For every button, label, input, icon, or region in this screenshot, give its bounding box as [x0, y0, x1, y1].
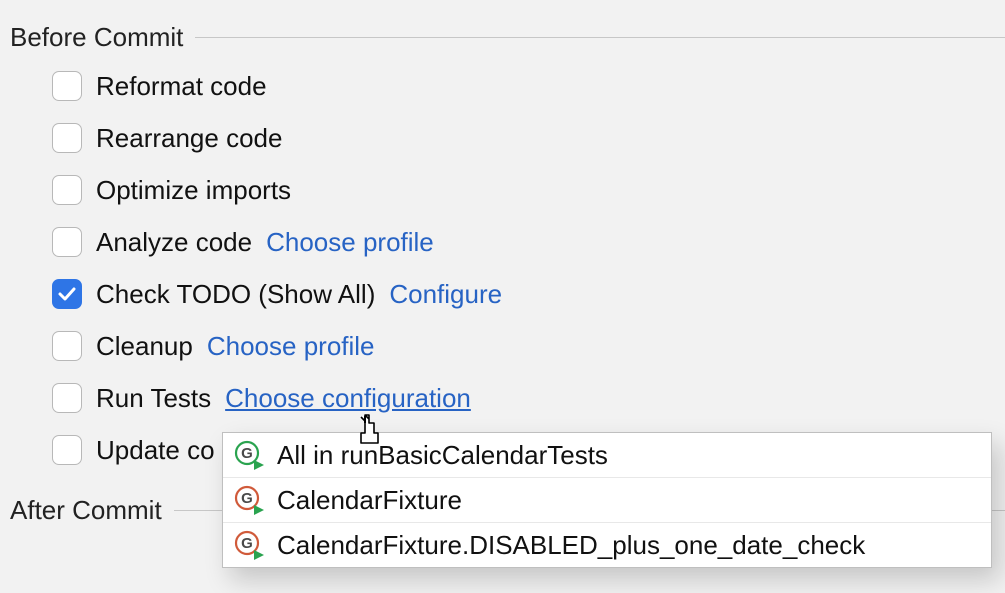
todo-configure-link[interactable]: Configure	[389, 279, 502, 310]
option-label: Analyze code	[96, 227, 252, 258]
option-optimize-imports[interactable]: Optimize imports	[52, 175, 1005, 205]
option-analyze-code[interactable]: Analyze code Choose profile	[52, 227, 1005, 257]
svg-text:G: G	[241, 490, 253, 507]
divider	[195, 37, 1005, 38]
checkbox-optimize[interactable]	[52, 175, 82, 205]
analyze-choose-profile-link[interactable]: Choose profile	[266, 227, 434, 258]
svg-text:G: G	[241, 535, 253, 552]
option-reformat-code[interactable]: Reformat code	[52, 71, 1005, 101]
checkbox-update[interactable]	[52, 435, 82, 465]
gradle-run-icon: G	[233, 529, 265, 561]
gradle-run-icon: G	[233, 439, 265, 471]
run-config-item[interactable]: G CalendarFixture.DISABLED_plus_one_date…	[223, 523, 991, 567]
option-rearrange-code[interactable]: Rearrange code	[52, 123, 1005, 153]
cleanup-choose-profile-link[interactable]: Choose profile	[207, 331, 375, 362]
option-label: Rearrange code	[96, 123, 282, 154]
gradle-run-icon: G	[233, 484, 265, 516]
option-label: Reformat code	[96, 71, 267, 102]
run-config-item[interactable]: G All in runBasicCalendarTests	[223, 433, 991, 478]
option-check-todo[interactable]: Check TODO (Show All) Configure	[52, 279, 1005, 309]
run-configuration-popup: G All in runBasicCalendarTests G Calenda…	[222, 432, 992, 568]
option-label: Cleanup	[96, 331, 193, 362]
run-config-item-label: CalendarFixture.DISABLED_plus_one_date_c…	[277, 530, 865, 561]
checkbox-analyze[interactable]	[52, 227, 82, 257]
run-tests-choose-configuration-link[interactable]: Choose configuration	[225, 383, 471, 414]
checkbox-reformat[interactable]	[52, 71, 82, 101]
checkbox-todo[interactable]	[52, 279, 82, 309]
option-label: Check TODO (Show All)	[96, 279, 375, 310]
before-commit-options: Reformat code Rearrange code Optimize im…	[0, 53, 1005, 465]
option-label: Run Tests	[96, 383, 211, 414]
option-run-tests[interactable]: Run Tests Choose configuration	[52, 383, 1005, 413]
option-label: Optimize imports	[96, 175, 291, 206]
run-config-item-label: All in runBasicCalendarTests	[277, 440, 608, 471]
checkbox-cleanup[interactable]	[52, 331, 82, 361]
checkbox-rearrange[interactable]	[52, 123, 82, 153]
checkbox-run-tests[interactable]	[52, 383, 82, 413]
svg-text:G: G	[241, 445, 253, 462]
option-label: Update co	[96, 435, 215, 466]
run-config-item-label: CalendarFixture	[277, 485, 462, 516]
after-commit-label: After Commit	[10, 495, 162, 526]
run-config-item[interactable]: G CalendarFixture	[223, 478, 991, 523]
before-commit-label: Before Commit	[10, 22, 183, 53]
option-cleanup[interactable]: Cleanup Choose profile	[52, 331, 1005, 361]
before-commit-section-header: Before Commit	[0, 0, 1005, 53]
